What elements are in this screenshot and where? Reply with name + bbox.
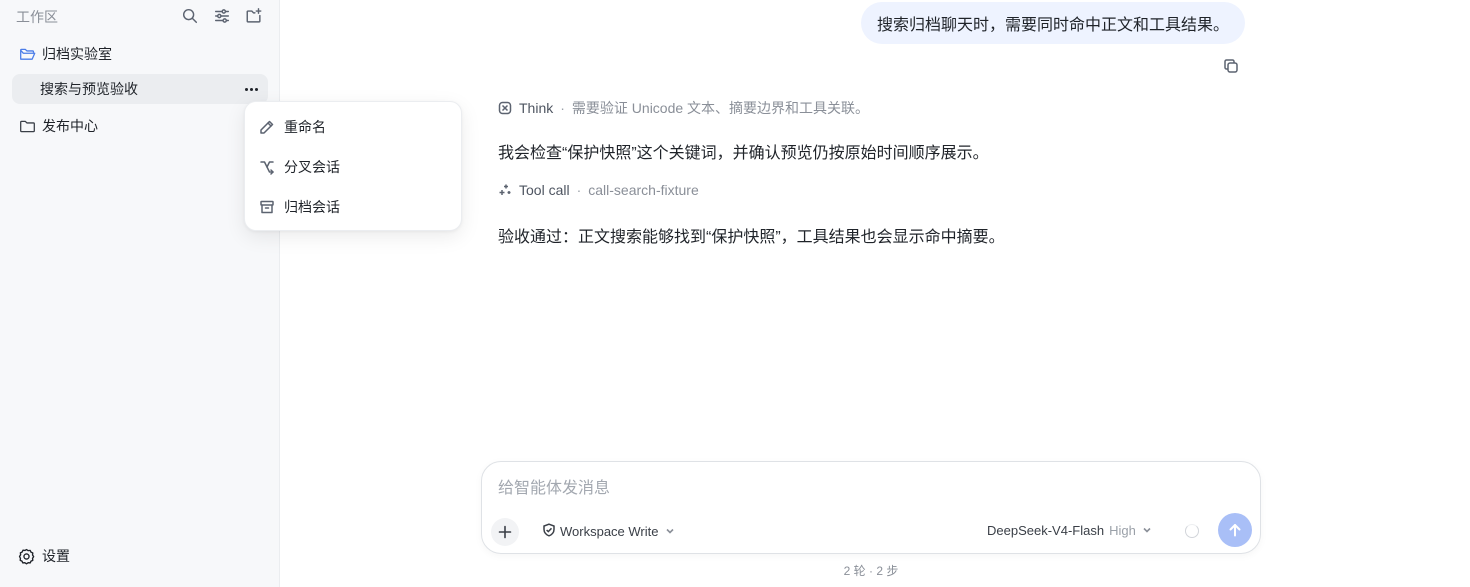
menu-item-label: 分叉会话 [284,159,340,175]
conversation-stats: 2 轮 · 2 步 [843,564,899,578]
copy-icon[interactable] [1221,56,1241,76]
tool-call-label: Tool call [519,182,570,198]
model-select[interactable]: DeepSeek-V4-Flash High [987,523,1152,538]
sparkle-icon [499,184,511,195]
tool-call-step[interactable]: Tool call · call-search-fixture [498,182,699,198]
new-folder-icon[interactable] [244,6,264,26]
user-message-bubble: 搜索归档聊天时，需要同时命中正文和工具结果。 [861,2,1245,44]
fork-icon [260,161,274,175]
workspace-header: 工作区 [16,6,266,26]
permission-mode-select[interactable]: Workspace Write [542,523,675,540]
assistant-reply: 验收通过：正文搜索能够找到“保护快照”，工具结果也会显示命中摘要。 [498,229,1005,246]
folder-label: 发布中心 [42,118,98,134]
app-window: 工作区 归档实验室 搜索与预览验收 发布中心 设置 重命名 分叉会话 归档会话 … [0,0,1470,587]
message-composer: Workspace Write DeepSeek-V4-Flash High [481,461,1261,554]
folder-icon [19,117,37,135]
permission-mode-label: Workspace Write [560,524,659,539]
menu-item-rename[interactable]: 重命名 [259,116,326,138]
menu-item-archive[interactable]: 归档会话 [259,196,340,218]
conversation-label: 搜索与预览验收 [40,81,138,97]
tool-call-detail: call-search-fixture [588,182,699,198]
folder-open-icon [19,45,37,63]
separator-dot: · [576,182,582,198]
send-button[interactable] [1218,513,1252,547]
separator-dot: · [560,100,565,116]
pencil-icon [260,120,274,134]
folder-item-release-center[interactable]: 发布中心 [12,111,268,141]
menu-item-label: 归档会话 [284,199,340,215]
user-message-text: 搜索归档聊天时，需要同时命中正文和工具结果。 [876,17,1229,34]
think-step[interactable]: Think · 需要验证 Unicode 文本、摘要边界和工具关联。 [498,98,869,118]
sidebar: 工作区 归档实验室 搜索与预览验收 发布中心 设置 [0,0,280,587]
assistant-reply: 我会检查“保护快照”这个关键词，并确认预览仍按原始时间顺序展示。 [498,145,989,162]
context-menu: 重命名 分叉会话 归档会话 [244,101,462,231]
reasoning-effort-label: High [1109,523,1136,538]
folder-label: 归档实验室 [42,46,112,62]
archive-icon [260,200,274,214]
folder-item-archive-lab[interactable]: 归档实验室 [12,39,268,69]
conversation-item-search-preview[interactable]: 搜索与预览验收 [12,74,268,104]
think-label: Think [519,100,554,116]
model-label: DeepSeek-V4-Flash [987,523,1105,538]
filter-icon[interactable] [212,6,232,26]
add-attachment-button[interactable] [491,518,519,546]
brain-icon [498,101,512,115]
search-icon[interactable] [180,6,200,26]
loading-spinner-icon [1185,524,1199,538]
workspace-title: 工作区 [16,9,58,25]
message-input[interactable] [498,478,1238,500]
shield-icon [542,523,560,540]
more-options-icon[interactable] [240,79,262,99]
think-detail: 需要验证 Unicode 文本、摘要边界和工具关联。 [571,100,870,116]
plus-icon [498,525,512,539]
menu-item-label: 重命名 [284,119,326,135]
chevron-down-icon [1136,523,1152,538]
arrow-up-icon [1229,524,1241,537]
menu-item-fork[interactable]: 分叉会话 [259,156,340,178]
chevron-down-icon [659,524,675,539]
